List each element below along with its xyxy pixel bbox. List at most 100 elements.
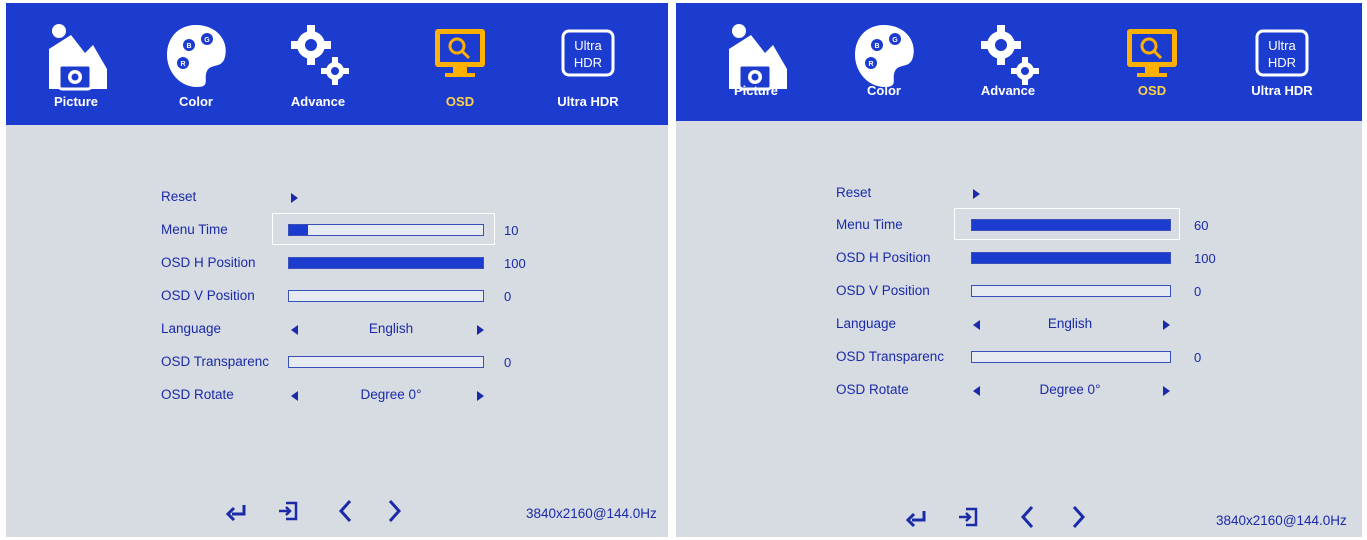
menu-row-osd-rotate[interactable]: OSD Rotate Degree 0° xyxy=(836,378,1216,404)
tab-label: OSD xyxy=(445,94,475,109)
gears-icon xyxy=(291,25,349,85)
tab-label: OSD xyxy=(1137,83,1167,98)
menu-row-osd-rotate[interactable]: OSD Rotate Degree 0° xyxy=(161,383,541,409)
tab-picture[interactable]: Picture xyxy=(706,3,806,125)
osd-tab-bar: Picture G B R Color Advance OSD Ultra HD… xyxy=(676,3,1362,121)
menu-row-language[interactable]: Language English xyxy=(836,312,1216,338)
osd-h-position-label: OSD H Position xyxy=(161,255,256,270)
osd-transparency-value: 0 xyxy=(504,355,512,370)
menu-time-slider[interactable] xyxy=(288,224,484,236)
menu-time-value: 10 xyxy=(504,223,519,238)
osd-h-position-fill xyxy=(289,258,483,268)
osd-h-position-slider[interactable] xyxy=(971,252,1171,264)
enter-icon[interactable] xyxy=(226,503,248,521)
palette-icon: G B R xyxy=(855,25,914,87)
reset-arrow-icon[interactable] xyxy=(973,189,980,199)
tab-ultra-hdr[interactable]: Ultra HDR Ultra HDR xyxy=(538,3,638,125)
osd-transparency-label: OSD Transparenc xyxy=(836,349,945,364)
menu-row-reset[interactable]: Reset xyxy=(836,181,1216,207)
osd-transparency-slider[interactable] xyxy=(971,351,1171,363)
palette-letter: G xyxy=(204,37,210,44)
chevron-left-icon[interactable] xyxy=(1020,505,1034,529)
exit-icon[interactable] xyxy=(278,501,298,521)
ultra-hdr-icon: Ultra HDR xyxy=(1255,29,1309,77)
rotate-prev-icon[interactable] xyxy=(973,386,980,396)
ultra-hdr-icon-line: HDR xyxy=(574,55,602,70)
menu-row-osd-transparency[interactable]: OSD Transparenc 0 xyxy=(836,345,1216,371)
tab-label: Advance xyxy=(290,94,346,109)
palette-letter: R xyxy=(180,61,185,68)
osd-h-position-value: 100 xyxy=(504,256,526,271)
osd-v-position-label: OSD V Position xyxy=(161,288,255,303)
chevron-right-icon[interactable] xyxy=(388,499,402,523)
osd-transparency-label: OSD Transparenc xyxy=(161,354,270,369)
reset-arrow-icon[interactable] xyxy=(291,193,298,203)
palette-letter: B xyxy=(186,43,191,50)
chevron-right-icon[interactable] xyxy=(1072,505,1086,529)
menu-time-fill xyxy=(972,220,1170,230)
osd-transparency-value: 0 xyxy=(1194,350,1202,365)
menu-row-menu-time[interactable]: Menu Time 60 xyxy=(836,213,1216,239)
palette-icon: G B R xyxy=(167,25,226,87)
osd-monitor-icon xyxy=(1127,29,1177,77)
menu-row-osd-v-position[interactable]: OSD V Position 0 xyxy=(161,284,541,310)
language-value: English xyxy=(1047,316,1093,331)
language-prev-icon[interactable] xyxy=(291,325,298,335)
tab-color[interactable]: G B R Color xyxy=(146,3,246,125)
menu-time-value: 60 xyxy=(1194,218,1209,233)
osd-v-position-slider[interactable] xyxy=(288,290,484,302)
osd-v-position-slider[interactable] xyxy=(971,285,1171,297)
exit-icon[interactable] xyxy=(958,507,978,527)
language-prev-icon[interactable] xyxy=(973,320,980,330)
tab-color[interactable]: G B R Color xyxy=(834,3,934,125)
language-value: English xyxy=(368,321,414,336)
rotate-next-icon[interactable] xyxy=(1163,386,1170,396)
reset-label: Reset xyxy=(161,189,197,204)
tab-label: Picture xyxy=(53,94,99,109)
ultra-hdr-icon-line: Ultra xyxy=(1268,38,1296,53)
osd-h-position-slider[interactable] xyxy=(288,257,484,269)
tab-label: Color xyxy=(179,94,213,109)
tab-advance[interactable]: Advance xyxy=(958,3,1058,125)
palette-letter: G xyxy=(892,37,898,44)
tab-advance[interactable]: Advance xyxy=(268,3,368,125)
language-next-icon[interactable] xyxy=(477,325,484,335)
menu-row-menu-time[interactable]: Menu Time 10 xyxy=(161,218,541,244)
osd-v-position-value: 0 xyxy=(1194,284,1202,299)
menu-time-label: Menu Time xyxy=(836,217,903,232)
reset-label: Reset xyxy=(836,185,872,200)
rotate-prev-icon[interactable] xyxy=(291,391,298,401)
osd-rotate-label: OSD Rotate xyxy=(836,382,909,397)
osd-h-position-fill xyxy=(972,253,1170,263)
menu-row-reset[interactable]: Reset xyxy=(161,185,541,211)
osd-h-position-value: 100 xyxy=(1194,251,1216,266)
tab-osd[interactable]: OSD xyxy=(1102,3,1202,125)
palette-letter: R xyxy=(868,61,873,68)
osd-screen-left: Picture G B R Color Advance OSD Ultra HD… xyxy=(6,3,668,537)
picture-icon xyxy=(729,24,787,91)
rotate-next-icon[interactable] xyxy=(477,391,484,401)
palette-letter: B xyxy=(874,43,879,50)
menu-row-osd-h-position[interactable]: OSD H Position 100 xyxy=(161,251,541,277)
menu-row-osd-h-position[interactable]: OSD H Position 100 xyxy=(836,246,1216,272)
menu-row-osd-v-position[interactable]: OSD V Position 0 xyxy=(836,279,1216,305)
chevron-left-icon[interactable] xyxy=(338,499,352,523)
ultra-hdr-icon: Ultra HDR xyxy=(561,29,615,77)
osd-v-position-label: OSD V Position xyxy=(836,283,930,298)
tab-ultra-hdr[interactable]: Ultra HDR Ultra HDR xyxy=(1232,3,1332,125)
language-label: Language xyxy=(161,321,222,336)
osd-rotate-value: Degree 0° xyxy=(360,387,422,402)
tab-osd[interactable]: OSD xyxy=(410,3,510,125)
osd-transparency-slider[interactable] xyxy=(288,356,484,368)
menu-row-language[interactable]: Language English xyxy=(161,317,541,343)
resolution-readout: 3840x2160@144.0Hz xyxy=(1216,513,1347,528)
tab-label: Picture xyxy=(733,83,779,98)
menu-row-osd-transparency[interactable]: OSD Transparenc 0 xyxy=(161,350,541,376)
enter-icon[interactable] xyxy=(906,509,928,527)
menu-time-slider[interactable] xyxy=(971,219,1171,231)
osd-rotate-value: Degree 0° xyxy=(1039,382,1101,397)
tab-picture[interactable]: Picture xyxy=(26,3,126,125)
language-next-icon[interactable] xyxy=(1163,320,1170,330)
osd-menu: Reset Menu Time 60 OSD H Position 100 OS… xyxy=(676,121,1362,537)
ultra-hdr-icon-line: HDR xyxy=(1268,55,1296,70)
